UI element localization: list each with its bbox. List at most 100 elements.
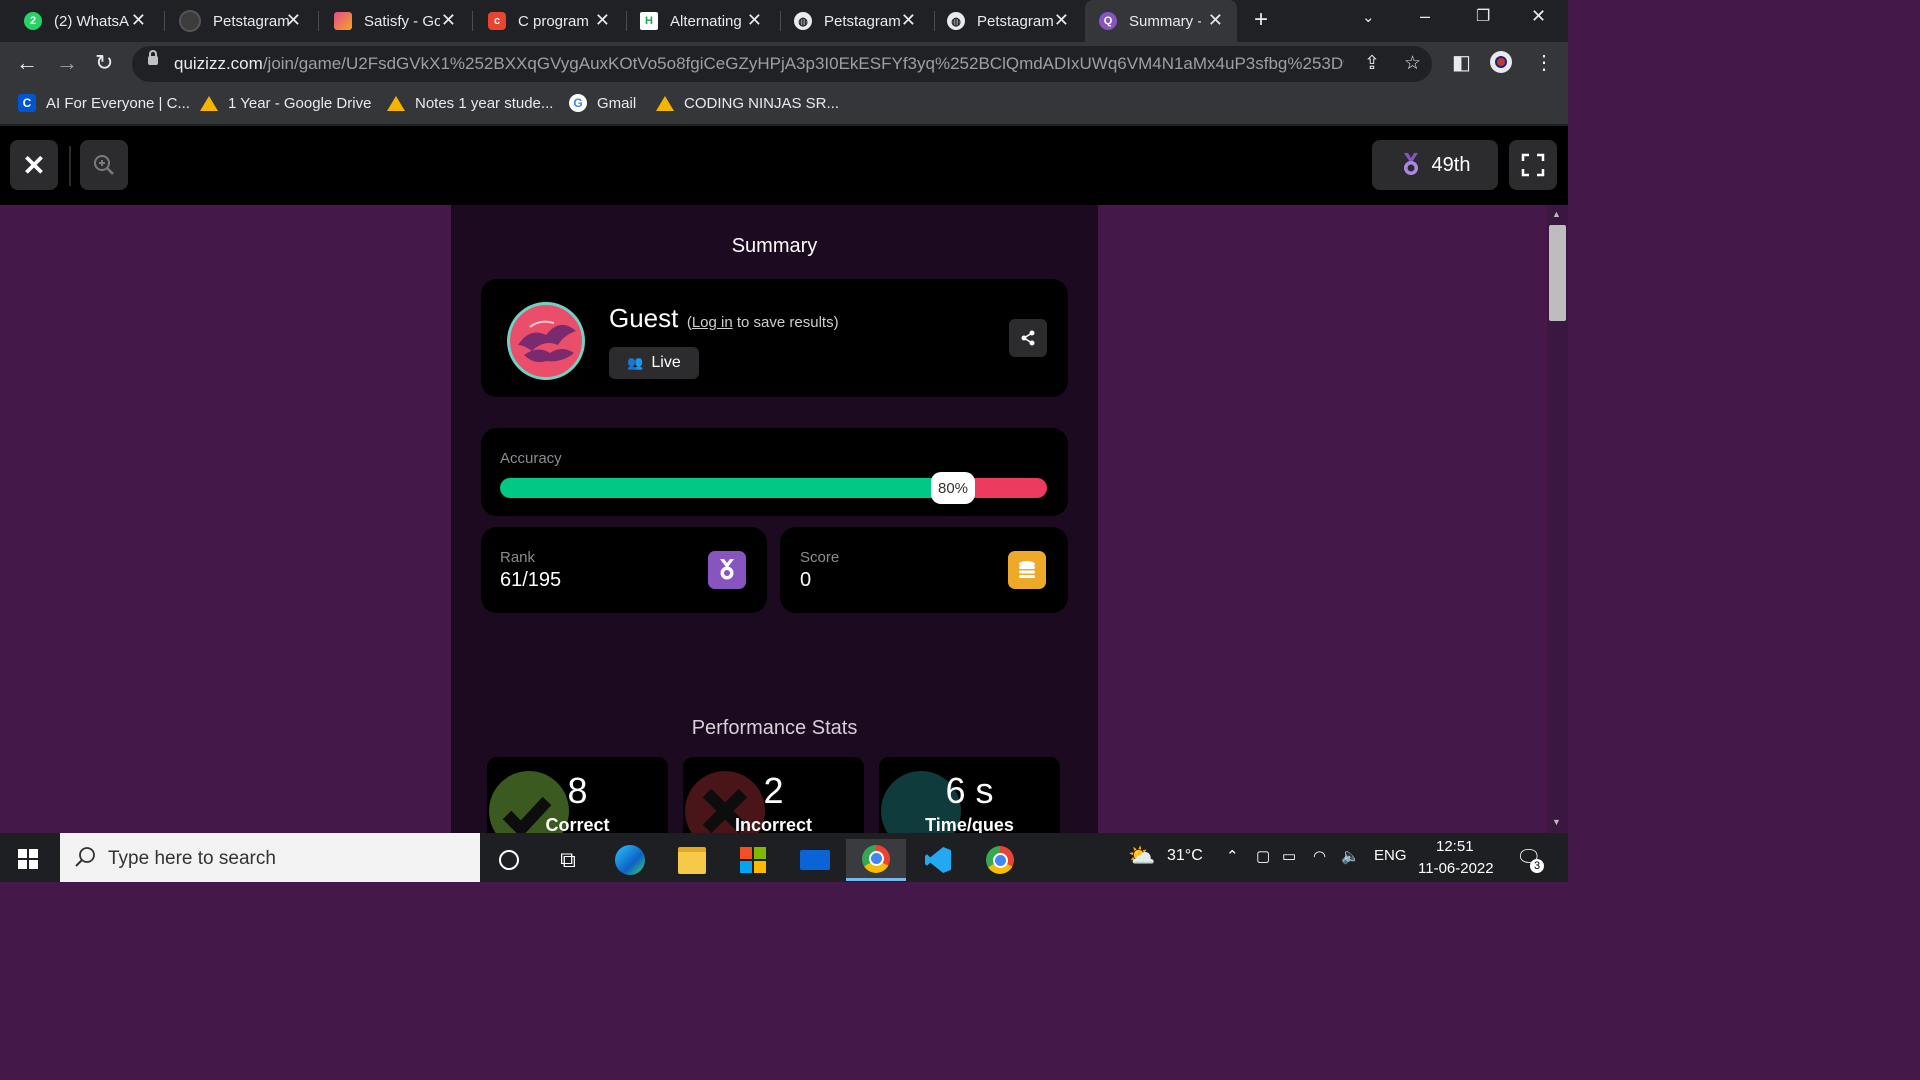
- notification-count: 3: [1530, 859, 1544, 873]
- weather-temp[interactable]: 31°C: [1167, 847, 1203, 865]
- clock-date[interactable]: 11-06-2022: [1418, 860, 1494, 877]
- file-explorer-icon[interactable]: [662, 839, 722, 881]
- correct-count: 8: [567, 770, 588, 811]
- login-link[interactable]: Log in: [692, 314, 733, 331]
- quiz-header: ✕ 49th: [0, 126, 1568, 205]
- bookmark-notes[interactable]: Notes 1 year stude...: [387, 94, 553, 112]
- close-tab-icon[interactable]: ✕: [286, 10, 301, 31]
- globe-icon: ◍: [947, 12, 965, 30]
- close-icon: ✕: [22, 149, 46, 181]
- edge-icon[interactable]: [600, 839, 660, 881]
- fullscreen-button[interactable]: [1509, 140, 1557, 190]
- share-page-icon[interactable]: ⇪: [1364, 52, 1380, 75]
- close-tab-icon[interactable]: ✕: [747, 10, 762, 31]
- google-drive-icon: [387, 94, 405, 112]
- scrollbar-thumb[interactable]: [1549, 225, 1566, 321]
- tab-summary-active[interactable]: Q Summary - ✕: [1085, 0, 1237, 42]
- login-prompt: (Log in to save results): [686, 314, 839, 331]
- tab-alternating[interactable]: H Alternating ✕: [616, 0, 776, 42]
- windows-taskbar: Type here to search ⧉ ⛅ 31°C ⌃ ▢ ▭ ◠ 🔈 E…: [0, 833, 1568, 882]
- google-drive-icon: [656, 94, 674, 112]
- tab-title: Petstagram: [977, 12, 1053, 30]
- close-tab-icon[interactable]: ✕: [131, 10, 146, 31]
- whatsapp-icon: 2: [24, 12, 42, 30]
- users-icon: 👥: [627, 355, 644, 370]
- summary-panel: Summary Guest (Log in to save results) 👥…: [451, 205, 1098, 833]
- tab-petstagram-1[interactable]: ◍ Petstagram ✕: [770, 0, 930, 42]
- clock-time[interactable]: 12:51: [1436, 838, 1474, 855]
- volume-icon[interactable]: 🔈: [1341, 847, 1360, 865]
- rank-value: 61/195: [500, 569, 562, 591]
- accuracy-correct-fill: [500, 478, 938, 498]
- tab-title: Satisfy - Go: [364, 12, 440, 30]
- tab-petstagram-github[interactable]: Petstagram ✕: [155, 0, 315, 42]
- chrome-icon[interactable]: [846, 839, 906, 881]
- bookmark-star-icon[interactable]: ☆: [1404, 52, 1421, 75]
- battery-icon[interactable]: ▭: [1282, 847, 1296, 865]
- share-button[interactable]: [1009, 319, 1047, 357]
- bookmark-gmail[interactable]: G Gmail: [569, 94, 636, 112]
- time-per-question-value: 6 s: [945, 770, 994, 811]
- score-label: Score: [800, 549, 840, 566]
- tab-c-program[interactable]: c C program ✕: [464, 0, 624, 42]
- fullscreen-icon: [1521, 153, 1545, 177]
- tab-search-chevron-icon[interactable]: ⌄: [1362, 8, 1375, 26]
- url-text[interactable]: quizizz.com/join/game/U2FsdGVkX1%252BXXq…: [174, 54, 1344, 74]
- reload-button[interactable]: ↻: [95, 50, 113, 76]
- tab-petstagram-2[interactable]: ◍ Petstagram ✕: [923, 0, 1083, 42]
- back-button[interactable]: ←: [16, 50, 38, 76]
- windows-start-icon[interactable]: [18, 849, 38, 869]
- tab-title: Petstagram: [213, 12, 289, 30]
- medal-icon: [708, 551, 746, 589]
- bookmark-1-year-drive[interactable]: 1 Year - Google Drive: [200, 94, 371, 112]
- wifi-icon[interactable]: ◠: [1313, 847, 1326, 865]
- forward-button[interactable]: →: [56, 50, 78, 76]
- tab-title: Summary -: [1129, 12, 1201, 30]
- avatar: [507, 302, 585, 380]
- rank-card: Rank 61/195: [481, 527, 767, 613]
- player-name-line: Guest (Log in to save results): [609, 303, 839, 334]
- close-tab-icon[interactable]: ✕: [1208, 10, 1223, 31]
- side-panel-icon[interactable]: ◧: [1452, 50, 1471, 75]
- mail-icon[interactable]: [785, 839, 845, 881]
- bookmark-ai-for-everyone[interactable]: C AI For Everyone | C...: [18, 94, 190, 112]
- window-close-button[interactable]: ✕: [1531, 6, 1546, 27]
- live-mode-badge: 👥 Live: [609, 347, 699, 379]
- coins-icon: [1008, 551, 1046, 589]
- tab-whatsapp[interactable]: 2 (2) WhatsApp ✕: [0, 0, 160, 42]
- meet-now-icon[interactable]: ▢: [1256, 847, 1270, 865]
- microsoft-store-icon[interactable]: [723, 839, 783, 881]
- cortana-icon[interactable]: [479, 839, 539, 881]
- minimize-button[interactable]: –: [1420, 6, 1430, 27]
- close-tab-icon[interactable]: ✕: [441, 10, 456, 31]
- close-tab-icon[interactable]: ✕: [901, 10, 916, 31]
- menu-kebab-icon[interactable]: ⋮: [1534, 50, 1554, 75]
- taskbar-search-box[interactable]: Type here to search: [60, 833, 480, 882]
- page-scrollbar[interactable]: ▲ ▼: [1547, 205, 1568, 833]
- scroll-up-arrow-icon[interactable]: ▲: [1552, 209, 1561, 219]
- quizizz-icon: Q: [1099, 12, 1117, 30]
- profile-avatar[interactable]: [1490, 51, 1512, 73]
- c-program-icon: c: [488, 12, 506, 30]
- accuracy-card: Accuracy 80%: [481, 428, 1068, 516]
- show-hidden-icons-chevron-icon[interactable]: ⌃: [1226, 847, 1239, 865]
- zoom-button[interactable]: [80, 140, 128, 190]
- new-tab-button[interactable]: +: [1254, 6, 1268, 34]
- chrome-profile-icon[interactable]: [970, 839, 1030, 881]
- restore-button[interactable]: ❐: [1476, 6, 1490, 26]
- address-bar[interactable]: quizizz.com/join/game/U2FsdGVkX1%252BXXq…: [132, 46, 1432, 82]
- vscode-icon[interactable]: [908, 839, 968, 881]
- coursera-icon: C: [18, 94, 36, 112]
- close-tab-icon[interactable]: ✕: [1054, 10, 1069, 31]
- close-quiz-button[interactable]: ✕: [10, 140, 58, 190]
- close-tab-icon[interactable]: ✕: [595, 10, 610, 31]
- scroll-down-arrow-icon[interactable]: ▼: [1552, 817, 1561, 827]
- weather-icon[interactable]: ⛅: [1128, 843, 1155, 869]
- tab-title: Alternating: [670, 12, 742, 30]
- rank-badge: 49th: [1372, 140, 1498, 190]
- input-language[interactable]: ENG: [1374, 847, 1407, 864]
- bookmark-coding-ninjas[interactable]: CODING NINJAS SR...: [656, 94, 839, 112]
- tab-satisfy[interactable]: Satisfy - Go ✕: [310, 0, 470, 42]
- task-view-icon[interactable]: ⧉: [538, 839, 598, 881]
- incorrect-label: Incorrect: [734, 815, 813, 833]
